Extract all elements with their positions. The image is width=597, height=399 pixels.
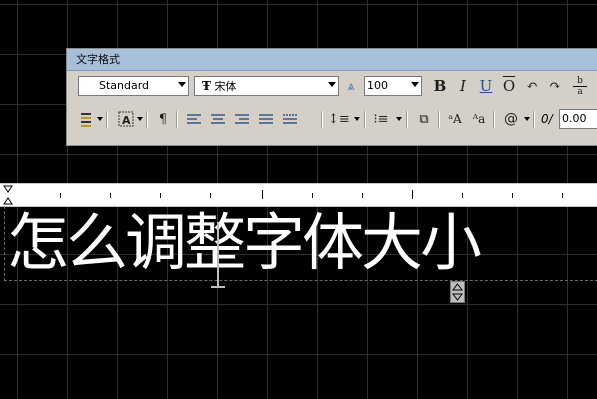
annotative-icon[interactable]: ⩓ <box>341 76 361 97</box>
align-right-icon <box>235 114 249 124</box>
ruler-tick <box>312 193 313 198</box>
chevron-down-icon[interactable] <box>137 117 143 121</box>
resize-arrows-icon <box>452 283 463 301</box>
ruler-tick <box>60 193 61 198</box>
ruler-tick <box>462 193 463 198</box>
bold-button[interactable]: B <box>430 76 450 97</box>
chevron-down-icon <box>178 82 186 87</box>
toolbar-title[interactable]: 文字格式 <box>67 49 597 71</box>
toolbar-row-1: Standard Ŧ 宋体 ⩓ 100 B I U O ↶ ↷ b a <box>73 74 597 102</box>
toolbar-row-2: A ¶ ↕≡ ⁝≡ ⧉ ᵃA ᴬa @ 0/ 0.00 <box>73 107 597 135</box>
style-select-value: Standard <box>99 79 150 92</box>
text-height-value: 100 <box>367 79 388 92</box>
chevron-down-icon <box>411 82 419 87</box>
symbol-icon[interactable]: @ <box>501 109 521 130</box>
text-cursor <box>217 222 219 288</box>
oblique-angle-value: 0.00 <box>562 112 587 125</box>
chevron-down-icon[interactable] <box>354 117 360 121</box>
ruler-tick <box>512 193 513 198</box>
ruler-tick <box>210 193 211 198</box>
distribute-icon <box>283 114 297 124</box>
stack-bottom-label: a <box>573 86 587 97</box>
indent-marker-icon[interactable] <box>3 185 13 205</box>
insert-field-icon[interactable]: ⧉ <box>414 109 434 130</box>
numbering-icon[interactable]: ⁝≡ <box>371 109 391 130</box>
truetype-icon: Ŧ <box>202 79 211 93</box>
oblique-angle-icon: 0/ <box>541 112 553 126</box>
divider <box>533 111 535 128</box>
divider <box>493 111 495 128</box>
undo-icon[interactable]: ↶ <box>522 76 542 97</box>
divider <box>321 111 323 128</box>
chevron-down-icon[interactable] <box>396 117 402 121</box>
ruler-tick <box>160 193 161 198</box>
italic-button[interactable]: I <box>453 76 473 97</box>
ruler[interactable] <box>0 183 597 207</box>
underline-button[interactable]: U <box>476 76 496 97</box>
divider <box>106 111 108 128</box>
redo-icon[interactable]: ↷ <box>545 76 565 97</box>
divider <box>438 111 440 128</box>
resize-handle[interactable] <box>450 281 465 303</box>
text-formatting-toolbar: 文字格式 Standard Ŧ 宋体 ⩓ 100 B I U O ↶ ↷ b a <box>66 48 597 146</box>
overline-button[interactable]: O <box>499 76 519 97</box>
uppercase-icon[interactable]: ᵃA <box>445 109 465 130</box>
lowercase-icon[interactable]: ᴬa <box>469 109 489 130</box>
oblique-angle-input[interactable]: 0.00 <box>559 109 597 129</box>
stack-top-label: b <box>577 76 583 86</box>
ruler-tick <box>362 193 363 198</box>
ruler-tick <box>110 193 111 198</box>
text-height-select[interactable]: 100 <box>364 76 422 96</box>
editor-text[interactable]: 怎么调整字体大小 <box>7 208 482 278</box>
font-select[interactable]: Ŧ 宋体 <box>194 76 339 96</box>
ruler-tick <box>562 193 563 198</box>
chevron-down-icon[interactable] <box>524 117 530 121</box>
divider <box>406 111 408 128</box>
text-cursor-foot <box>211 286 225 288</box>
line-spacing-icon[interactable]: ↕≡ <box>328 109 350 130</box>
font-select-value: 宋体 <box>214 80 237 93</box>
paragraph-icon[interactable]: ¶ <box>153 109 173 130</box>
divider <box>364 111 366 128</box>
stack-button[interactable]: b a <box>568 76 592 97</box>
chevron-down-icon[interactable] <box>97 117 103 121</box>
align-left-icon <box>187 114 201 124</box>
alignment-group <box>187 114 297 124</box>
chevron-down-icon <box>328 82 336 87</box>
align-center-icon <box>211 114 225 124</box>
justify-icon[interactable]: A <box>116 110 136 128</box>
ruler-tick <box>262 190 263 199</box>
divider <box>146 111 148 128</box>
ruler-tick <box>412 190 413 199</box>
svg-text:A: A <box>122 114 131 127</box>
justify-align-icon <box>259 114 273 124</box>
style-select[interactable]: Standard <box>78 76 189 96</box>
divider <box>176 111 178 128</box>
